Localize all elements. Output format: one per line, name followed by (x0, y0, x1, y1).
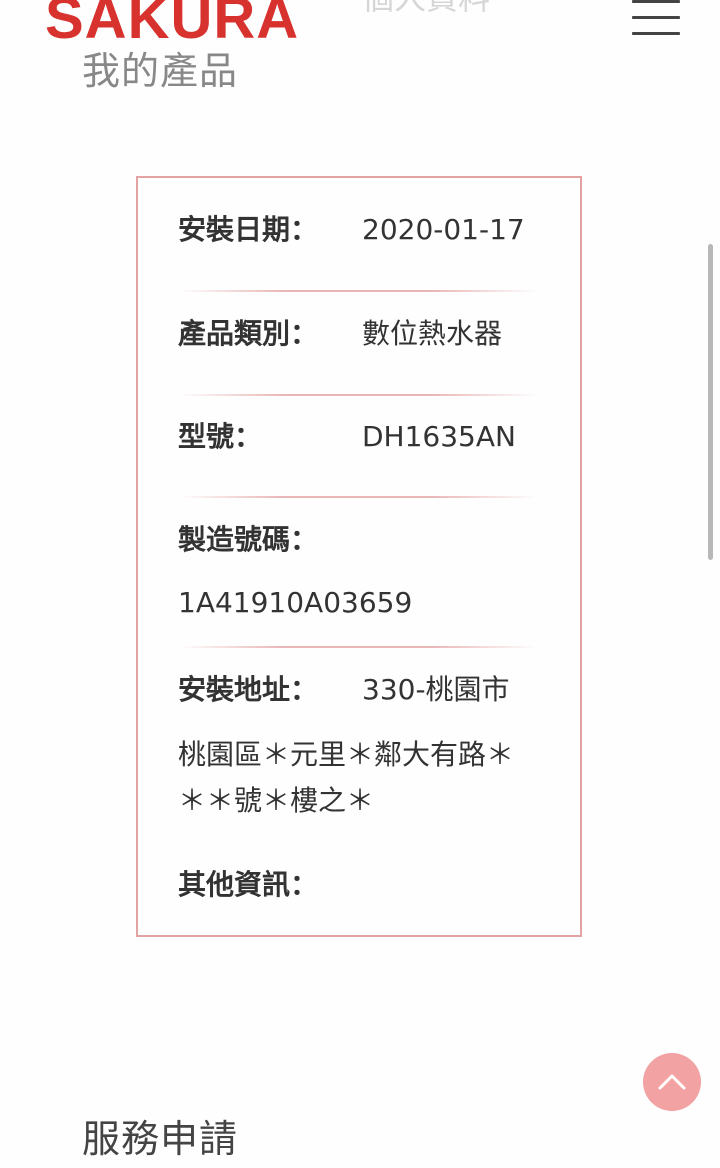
other-info-label: 其他資訊： (178, 868, 319, 901)
header-faded-title: 個人資料 (362, 0, 490, 14)
address-value-line1: 330-桃園市 (362, 673, 510, 706)
divider (178, 496, 538, 498)
category-value: 數位熱水器 (362, 317, 503, 350)
install-date-value: 2020-01-17 (362, 213, 525, 246)
menu-button[interactable] (632, 0, 680, 40)
serial-value: 1A41910A03659 (178, 586, 413, 619)
menu-bar (632, 0, 680, 3)
chevron-up-icon (658, 1074, 686, 1090)
menu-bar (632, 16, 680, 19)
divider (178, 646, 538, 648)
back-to-top-button[interactable] (643, 1053, 701, 1111)
install-date-label: 安裝日期： (178, 213, 319, 246)
my-products-title: 我的產品 (82, 49, 239, 93)
brand-logo[interactable]: SAKURA (45, 0, 299, 48)
model-label: 型號： (178, 420, 263, 453)
category-label: 產品類別： (178, 317, 319, 350)
scrollbar-thumb[interactable] (708, 244, 713, 560)
address-value-rest: 桃園區＊元里＊鄰大有路＊＊＊號＊樓之＊ (178, 738, 515, 817)
address-label: 安裝地址： (178, 673, 319, 706)
model-value: DH1635AN (362, 420, 516, 453)
page: SAKURA 個人資料 我的產品 安裝日期： 2020-01-17 產品類別： … (0, 0, 720, 1168)
menu-bar (632, 32, 680, 35)
divider (178, 290, 538, 292)
serial-label: 製造號碼： (178, 523, 319, 556)
service-request-title: 服務申請 (82, 1117, 239, 1161)
divider (178, 394, 538, 396)
product-card: 安裝日期： 2020-01-17 產品類別： 數位熱水器 型號： DH1635A… (136, 176, 582, 937)
